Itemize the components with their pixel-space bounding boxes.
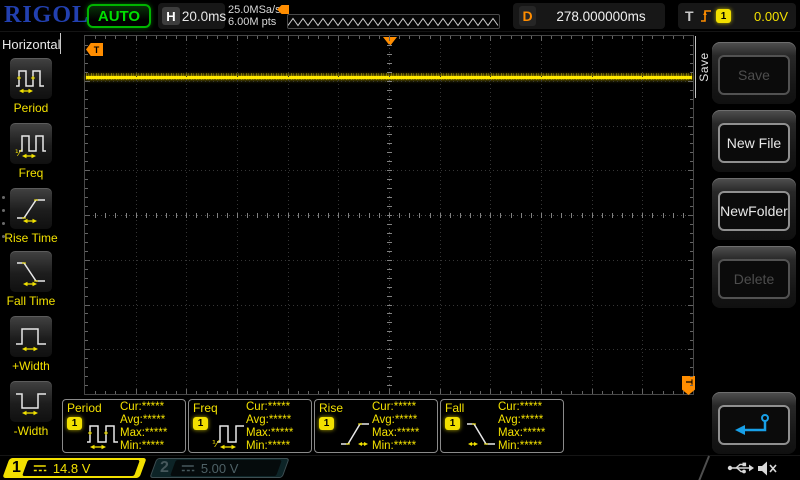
speaker-muted-icon [757, 460, 779, 480]
fall-time-icon [9, 250, 53, 293]
scroll-indicator-dot [2, 235, 5, 238]
channel-badge: 1 [67, 417, 82, 430]
return-button[interactable] [712, 392, 796, 454]
sidebar-item-plus-width[interactable]: +Width [0, 315, 62, 373]
measurement-values: Cur:***** Avg:***** Max:***** Min:***** [498, 401, 545, 453]
scroll-indicator-dot [2, 196, 5, 199]
soft-menu-panel: Save New File NewFolder Delete [710, 33, 800, 453]
trigger-info-box[interactable]: T 1 0.00V [678, 3, 796, 29]
dc-coupling-icon [181, 464, 195, 473]
sidebar-item-period[interactable]: Period [0, 57, 62, 115]
sidebar-title-divider [60, 33, 61, 54]
sidebar-item-label: Fall Time [0, 294, 62, 308]
measurement-values: Cur:***** Avg:***** Max:***** Min:***** [120, 401, 167, 453]
rise-time-icon [338, 416, 372, 455]
rising-edge-icon [700, 8, 712, 29]
run-status-badge: AUTO [87, 4, 151, 28]
sidebar-item-label: -Width [0, 424, 62, 438]
return-arrow-icon [718, 405, 790, 445]
channel-badge: 1 [193, 417, 208, 430]
sample-rate: 25.0MSa/s [228, 4, 281, 16]
channel2-number: 2 [160, 459, 169, 477]
t-label: T [685, 3, 694, 29]
offscreen-trigger-marker[interactable]: T [682, 376, 695, 395]
channel-badge: 1 [319, 417, 334, 430]
measurement-box-period: Period 1 Cur:***** Avg:***** Max:***** M… [62, 399, 186, 453]
dc-coupling-icon [33, 464, 47, 473]
trigger-level-value: 0.00V [754, 3, 788, 29]
measure-sidebar: Horizontal Period ⅟ [0, 33, 62, 453]
sidebar-item-rise-time[interactable]: Rise Time [0, 187, 62, 245]
save-button[interactable]: Save [712, 42, 796, 104]
oscilloscope-screen: RIGOL AUTO H 20.0ms 25.0MSa/s 6.00M pts … [0, 0, 800, 480]
freq-icon: ⅟ [9, 122, 53, 165]
h-label: H [162, 7, 180, 25]
measurement-box-freq: Freq 1 ⅟ Cur:***** Avg:***** Max:***** M… [188, 399, 312, 453]
usb-icon [727, 460, 754, 480]
scroll-indicator-dot [2, 222, 5, 225]
minus-width-icon [9, 380, 53, 423]
memory-depth: 6.00M pts [228, 16, 281, 28]
channel1-number: 1 [12, 459, 21, 477]
delete-button[interactable]: Delete [712, 246, 796, 308]
plus-width-icon [9, 315, 53, 358]
measurement-title: Period [67, 401, 102, 415]
timebase-value: 20.0ms [184, 3, 224, 29]
measurement-box-fall: Fall 1 Cur:***** Avg:***** Max:***** Min… [440, 399, 564, 453]
sidebar-item-freq[interactable]: ⅟ Freq [0, 122, 62, 180]
sidebar-item-label: Period [0, 101, 62, 115]
measurement-title: Fall [445, 401, 464, 415]
sidebar-item-label: Rise Time [0, 231, 62, 245]
channel2-scale: 5.00 V [201, 461, 239, 476]
rigol-logo: RIGOL [4, 2, 89, 29]
channel2-status[interactable]: 2 5.00 V [149, 458, 289, 478]
measurement-values: Cur:***** Avg:***** Max:***** Min:***** [246, 401, 293, 453]
trigger-delay-box[interactable]: D 278.000000ms [513, 3, 665, 29]
measurement-box-rise: Rise 1 Cur:***** Avg:***** Max:***** Min… [314, 399, 438, 453]
footer-divider [698, 456, 710, 480]
sidebar-item-minus-width[interactable]: -Width [0, 380, 62, 438]
sidebar-item-label: +Width [0, 359, 62, 373]
measurement-title: Rise [319, 401, 343, 415]
channel1-status[interactable]: 1 14.8 V [2, 458, 146, 478]
fall-time-icon [464, 416, 498, 455]
acquisition-info: 25.0MSa/s 6.00M pts [228, 4, 281, 28]
scroll-indicator-dot [2, 209, 5, 212]
delay-value: 278.000000ms [541, 3, 661, 29]
menu-tab-label: Save [697, 37, 711, 97]
svg-text:⅟: ⅟ [212, 439, 220, 450]
channel1-scale: 14.8 V [53, 461, 91, 476]
period-icon [9, 57, 53, 100]
freq-icon: ⅟ [212, 416, 246, 455]
trigger-level-marker[interactable]: T [86, 43, 103, 56]
measurement-values: Cur:***** Avg:***** Max:***** Min:***** [372, 401, 419, 453]
sidebar-item-fall-time[interactable]: Fall Time [0, 250, 62, 308]
waveform-memory-preview [287, 14, 500, 29]
d-label: D [519, 6, 536, 26]
sidebar-item-label: Freq [0, 166, 62, 180]
rise-time-icon [9, 187, 53, 230]
status-bar: RIGOL AUTO H 20.0ms 25.0MSa/s 6.00M pts … [0, 0, 800, 32]
graticule: T T [84, 35, 694, 395]
horizontal-scale-box[interactable]: H 20.0ms [158, 3, 225, 29]
sidebar-title: Horizontal [2, 37, 61, 52]
measurement-title: Freq [193, 401, 218, 415]
trigger-source-badge: 1 [716, 9, 731, 23]
new-folder-button[interactable]: NewFolder [712, 178, 796, 240]
period-icon [86, 416, 120, 455]
preview-wave-icon [288, 15, 499, 28]
channel-status-bar: 1 14.8 V 2 5.00 V [0, 455, 800, 480]
new-file-button[interactable]: New File [712, 110, 796, 172]
channel-badge: 1 [445, 417, 460, 430]
